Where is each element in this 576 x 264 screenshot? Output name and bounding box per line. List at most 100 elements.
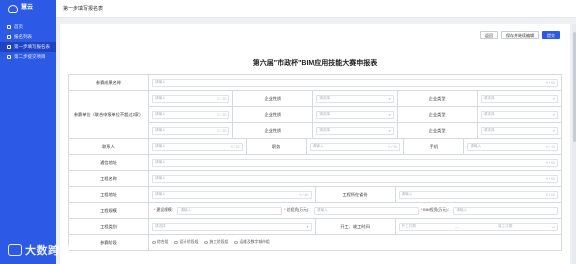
building-area-input[interactable]: 请输入 [177,206,283,215]
field-cell: 请输入 0 / 20 [149,139,247,154]
form-row-achievement: 参赛成果名称 请输入 0 / 50 [68,74,562,90]
form-row-contact: 联系人 请输入 0 / 20 职务 请输入 0 / 20 手机 请输入 0 / 11 [68,138,563,154]
scrollbar[interactable] [572,24,576,264]
unit-nature-select[interactable]: 请选择 ▾ [316,110,394,119]
field-cell: *建设规模： 请输入 *总投资(万元)： 请输入 *BIM投资(万元)： 请输入 [149,203,562,218]
sidebar-item-label: 报名列表 [14,34,32,39]
back-button[interactable]: 返回 [480,31,498,39]
upload-icon [7,55,11,59]
form-panel: 返回 保存并继续编辑 提交 第六届"市政杯"BIM应用技能大赛申报表 参赛成果名… [60,24,570,264]
project-location-input[interactable]: 请输入 0 / 50 [152,190,312,199]
stage-option-comprehensive[interactable]: 综合组 [152,240,168,245]
save-draft-button[interactable]: 保存并继续编辑 [501,31,539,39]
unit-type-select[interactable]: 请选择 ▾ [480,126,558,135]
sidebar-item-home[interactable]: 首页 [0,22,56,32]
field-cell: 请输入 0 / 50 [149,187,316,202]
unit-type-select[interactable]: 请选择 ▾ [480,94,558,103]
watermark-text: 大数跨境 [25,245,71,257]
form-row-project-scale: 工程规模 *建设规模： 请输入 *总投资(万元)： 请输入 *BIM投资(万元)… [68,202,562,218]
sidebar-item-label: 第二步提交项目 [14,54,46,59]
field-label: 企业类型 [398,107,478,122]
bim-invest-label: BIM投资(万元)： [423,208,452,212]
stage-option-design[interactable]: 设计阶段组 [174,240,198,245]
registration-form: 参赛成果名称 请输入 0 / 50 参赛单位（联合申报单位不超过3家） 请输入 0 … [68,74,563,251]
radio-icon [204,240,208,245]
unit-name-input[interactable]: 请输入 0 / 20 [152,126,230,135]
form-row-units: 参赛单位（联合申报单位不超过3家） 请输入 0 / 20 企业性质 请选择 ▾ 企业… [68,90,562,138]
building-area-label: 建设规模： [156,208,176,212]
unit-nature-select[interactable]: 请选择 ▾ [316,126,394,135]
sidebar-item-step-two[interactable]: 第二步提交项目 [0,52,56,62]
field-label: 参赛成果名称 [69,75,149,90]
stage-option-operation[interactable]: 运维及数字城市组 [234,240,270,245]
project-category-select[interactable]: 请选择 ▾ [152,222,312,231]
scrollbar-thumb[interactable] [572,32,576,142]
sidebar-item-step-one[interactable]: 第一步填写报名表 [0,42,56,52]
field-label: 工程名称 [69,171,149,186]
cloud-logo-icon [8,5,18,13]
field-label: 通信地址 [69,155,149,170]
project-name-input[interactable]: 请输入 0 / 50 [152,174,558,183]
form-row-address: 通信地址 请输入 0 / 50 [68,154,562,170]
position-input[interactable]: 请输入 0 / 20 [309,142,401,151]
field-label: 参赛阶段 [69,235,149,250]
field-cell: 请选择 ▾ [149,219,316,234]
unit-row: 请输入 0 / 20 企业性质 请选择 ▾ 企业类型 请选择 ▾ [149,106,562,122]
phone-input[interactable]: 请输入 0 / 11 [467,142,559,151]
field-label: 企业性质 [233,123,314,138]
watermark: 大数跨境 [8,242,71,258]
field-cell: 请输入 0 / 50 [149,171,562,186]
field-cell: 请输入 0 / 50 [149,155,562,170]
total-invest-input[interactable]: 请输入 [313,206,419,215]
field-label: 工程规模 [69,203,149,218]
stage-option-construction[interactable]: 施工阶段组 [204,240,228,245]
field-label: 企业类型 [398,91,478,106]
field-cell: 请输入 0 / 20 [149,91,234,106]
sidebar-item-registration-list[interactable]: 报名列表 [0,32,56,42]
unit-name-input[interactable]: 请输入 0 / 20 [152,94,230,103]
sidebar-item-label: 首页 [14,24,23,29]
watermark-logo-icon [8,244,22,256]
field-cell: 请选择 ▾ [313,91,398,106]
form-row-stage: 参赛阶段 综合组 设计阶段组 施工阶段组 运维及数字城市组 [68,234,562,251]
logo: 慧云 [0,0,56,18]
field-label: 企业性质 [233,91,314,106]
unit-nature-select[interactable]: 请选择 ▾ [316,94,394,103]
field-cell: 请输入 0 / 20 [307,139,405,154]
calendar-icon: ▭ [551,224,555,229]
unit-row: 请输入 0 / 20 企业性质 请选择 ▾ 企业类型 请选择 ▾ [149,122,562,138]
field-cell: 请选择 ▾ [313,107,398,122]
field-cell: 请输入 0 / 20 [396,187,562,202]
field-label: 企业类型 [398,123,478,138]
brand-name: 慧云 [21,5,34,12]
contact-input[interactable]: 请输入 0 / 20 [152,142,243,151]
province-input[interactable]: 请输入 0 / 20 [398,190,558,199]
achievement-input[interactable]: 请输入 0 / 50 [152,78,558,87]
field-label: 手机 [404,139,465,154]
radio-icon [234,240,238,245]
submit-button[interactable]: 提交 [542,31,560,39]
field-label: 参赛单位（联合申报单位不超过3家） [69,91,149,138]
date-range-picker[interactable]: 开工日期 — 竣工日期 ▭ [398,222,558,231]
form-title: 第六届"市政杯"BIM应用技能大赛申报表 [252,60,378,67]
home-icon [7,25,11,29]
topbar: 第一步填写报名表 [56,0,576,18]
field-label: 开工、竣工时间 [316,219,396,234]
field-label: 企业性质 [233,107,314,122]
units-subtable: 请输入 0 / 20 企业性质 请选择 ▾ 企业类型 请选择 ▾ 请输入 0 / 20 … [149,91,562,138]
sidebar-item-label: 第一步填写报名表 [14,44,50,49]
field-label: 工程所在省份 [316,187,396,202]
bim-invest-input[interactable]: 请输入 [453,206,558,215]
field-cell: 请选择 ▾ [478,91,562,106]
field-cell: 请选择 ▾ [478,107,562,122]
total-invest-label: 总投资(万元)： [286,208,312,212]
form-row-project-name: 工程名称 请输入 0 / 50 [68,170,562,186]
form-row-project-location: 工程地址 请输入 0 / 50 工程所在省份 请输入 0 / 20 [68,186,562,202]
unit-name-input[interactable]: 请输入 0 / 20 [152,110,230,119]
sidebar: 慧云 首页 报名列表 第一步填写报名表 第二步提交项目 [0,0,56,264]
unit-type-select[interactable]: 请选择 ▾ [480,110,558,119]
address-input[interactable]: 请输入 0 / 50 [152,158,558,167]
field-cell: 请输入 0 / 11 [464,139,563,154]
field-cell: 综合组 设计阶段组 施工阶段组 运维及数字城市组 [149,235,562,250]
field-cell: 请选择 ▾ [313,123,398,138]
